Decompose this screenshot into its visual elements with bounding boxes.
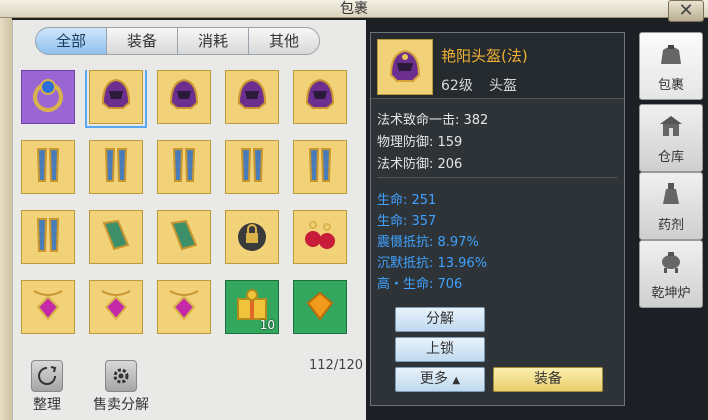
tab-bar: 全部 装备 消耗 其他 [35, 27, 320, 55]
warehouse-icon [657, 112, 685, 144]
helmet-icon [164, 75, 204, 119]
ring-icon [28, 75, 68, 119]
greaves-icon [300, 145, 340, 189]
inventory-slot[interactable] [21, 140, 75, 194]
inventory-slot[interactable] [293, 70, 347, 124]
bonus-stat-line: 震慑抵抗: 8.97% [377, 235, 479, 250]
item-level: 62级 [441, 78, 473, 94]
sell-decompose-label: 售卖分解 [93, 397, 149, 413]
item-type: 头盔 [489, 78, 517, 94]
item-count: 10 [259, 318, 275, 332]
amulet-icon [28, 285, 68, 329]
inventory-panel: 全部 装备 消耗 其他 10 112/120 整理 售卖分解 [12, 20, 366, 420]
more-button[interactable]: 更多 ▲ [395, 367, 485, 392]
chevron-up-icon: ▲ [452, 375, 461, 386]
helmet-icon [96, 75, 136, 119]
inventory-slot[interactable]: 10 [225, 280, 279, 334]
furnace-icon [657, 248, 685, 280]
tab-other[interactable]: 其他 [248, 27, 320, 55]
gem-icon [300, 285, 340, 329]
sort-label: 整理 [33, 397, 61, 413]
inventory-slot[interactable] [225, 70, 279, 124]
greaves-icon [28, 145, 68, 189]
lock-button[interactable]: 上锁 [395, 337, 485, 362]
gear-icon [105, 360, 137, 392]
amulet-icon [96, 285, 136, 329]
inventory-slot[interactable] [225, 210, 279, 264]
nav-item-furnace[interactable]: 乾坤炉 [639, 240, 703, 308]
refresh-icon [31, 360, 63, 392]
bonus-stat-line: 生命: 251 [377, 193, 437, 208]
inventory-slot[interactable] [293, 140, 347, 194]
item-detail-header: 艳阳头盔(法) 62级 头盔 [371, 33, 624, 99]
tab-all[interactable]: 全部 [35, 27, 107, 55]
nav-item-warehouse[interactable]: 仓库 [639, 104, 703, 172]
greaves-icon [96, 145, 136, 189]
inventory-slot[interactable] [225, 140, 279, 194]
title-bar: 包裹 ✕ [0, 0, 708, 22]
side-navigation: 包裹 仓库 药剂 乾坤炉 [639, 32, 703, 312]
sort-button[interactable]: 整理 [31, 360, 63, 414]
sell-decompose-button[interactable]: 售卖分解 [93, 360, 149, 414]
nav-label-bag: 包裹 [657, 77, 684, 93]
nav-item-bag[interactable]: 包裹 [639, 32, 703, 100]
equip-button[interactable]: 装备 [493, 367, 603, 392]
amulet-icon [164, 285, 204, 329]
inventory-slot[interactable] [89, 140, 143, 194]
bracer-icon [96, 215, 136, 259]
earring-icon [300, 215, 340, 259]
greaves-icon [232, 145, 272, 189]
stat-line: 法术防御: 206 [377, 157, 463, 172]
helmet-icon [232, 75, 272, 119]
capacity-counter: 112/120 [309, 358, 364, 373]
inventory-slot[interactable] [157, 140, 211, 194]
bonus-stat-line: 沉默抵抗: 13.96% [377, 256, 488, 271]
inventory-slot[interactable] [157, 210, 211, 264]
decompose-button[interactable]: 分解 [395, 307, 485, 332]
bag-icon [657, 40, 685, 72]
nav-label-potion: 药剂 [657, 217, 684, 233]
stat-divider [377, 177, 617, 178]
nav-label-furnace: 乾坤炉 [651, 285, 691, 301]
inventory-slot[interactable] [157, 280, 211, 334]
inventory-slot[interactable] [157, 70, 211, 124]
nav-label-warehouse: 仓库 [657, 149, 684, 165]
inventory-slot[interactable] [89, 210, 143, 264]
inventory-slot[interactable] [21, 280, 75, 334]
inventory-slot[interactable] [21, 70, 75, 124]
close-icon: ✕ [678, 0, 694, 21]
window-border-decoration [0, 0, 12, 420]
greaves-icon [28, 215, 68, 259]
inventory-slot[interactable] [89, 280, 143, 334]
inventory-slot[interactable] [293, 280, 347, 334]
stat-line: 法术致命一击: 382 [377, 113, 489, 128]
tab-equipment[interactable]: 装备 [106, 27, 178, 55]
tab-consumables[interactable]: 消耗 [177, 27, 249, 55]
bonus-stat-line: 高・生命: 706 [377, 277, 463, 292]
potion-icon [657, 180, 685, 212]
inventory-grid: 10 [19, 70, 359, 375]
locked-bag-icon [232, 215, 272, 259]
window-title: 包裹 [340, 1, 368, 17]
more-label: 更多 [419, 371, 448, 387]
inventory-slot[interactable] [293, 210, 347, 264]
item-detail-panel: 艳阳头盔(法) 62级 头盔 法术致命一击: 382 物理防御: 159 法术防… [370, 32, 625, 406]
close-button[interactable]: ✕ [668, 0, 704, 22]
bonus-stat-line: 生命: 357 [377, 214, 437, 229]
bracer-icon [164, 215, 204, 259]
nav-item-potion[interactable]: 药剂 [639, 172, 703, 240]
item-name: 艳阳头盔(法) [441, 47, 528, 65]
inventory-slot[interactable] [21, 210, 75, 264]
inventory-slot[interactable] [85, 70, 147, 128]
stat-line: 物理防御: 159 [377, 135, 463, 150]
helmet-icon [300, 75, 340, 119]
helmet-icon [377, 39, 433, 95]
greaves-icon [164, 145, 204, 189]
